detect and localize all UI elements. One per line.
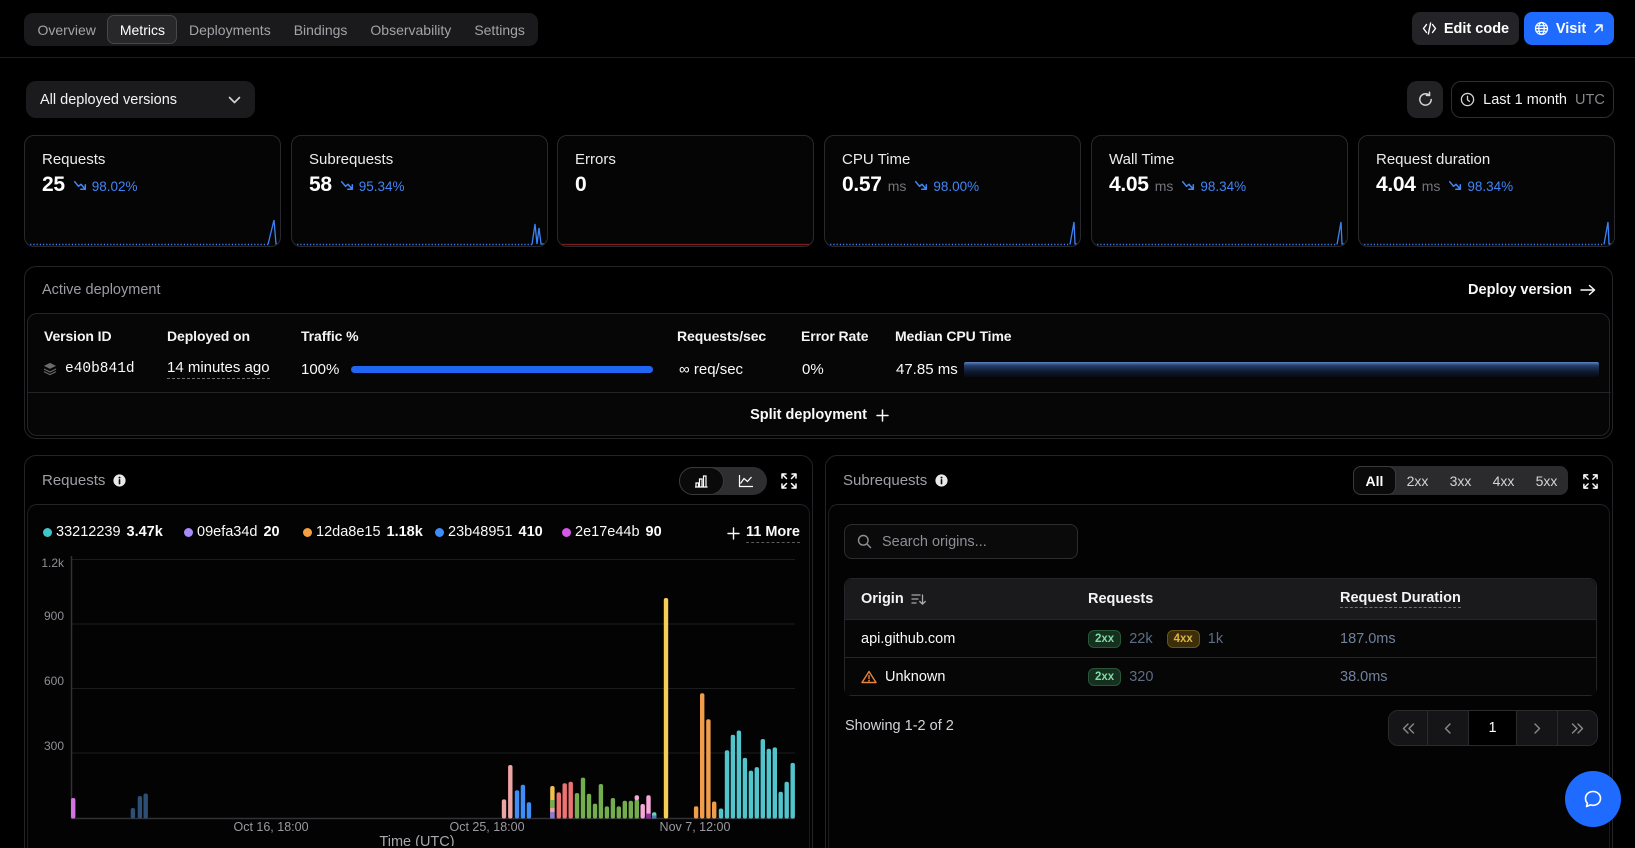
svg-text:900: 900 — [44, 609, 64, 623]
svg-text:Oct 25, 18:00: Oct 25, 18:00 — [449, 820, 524, 834]
svg-text:Time (UTC): Time (UTC) — [379, 834, 454, 846]
svg-text:600: 600 — [44, 674, 64, 688]
svg-text:300: 300 — [44, 739, 64, 753]
svg-text:1.2k: 1.2k — [41, 556, 65, 570]
svg-text:Nov 7, 12:00: Nov 7, 12:00 — [660, 820, 731, 834]
svg-text:Oct 16, 18:00: Oct 16, 18:00 — [233, 820, 308, 834]
